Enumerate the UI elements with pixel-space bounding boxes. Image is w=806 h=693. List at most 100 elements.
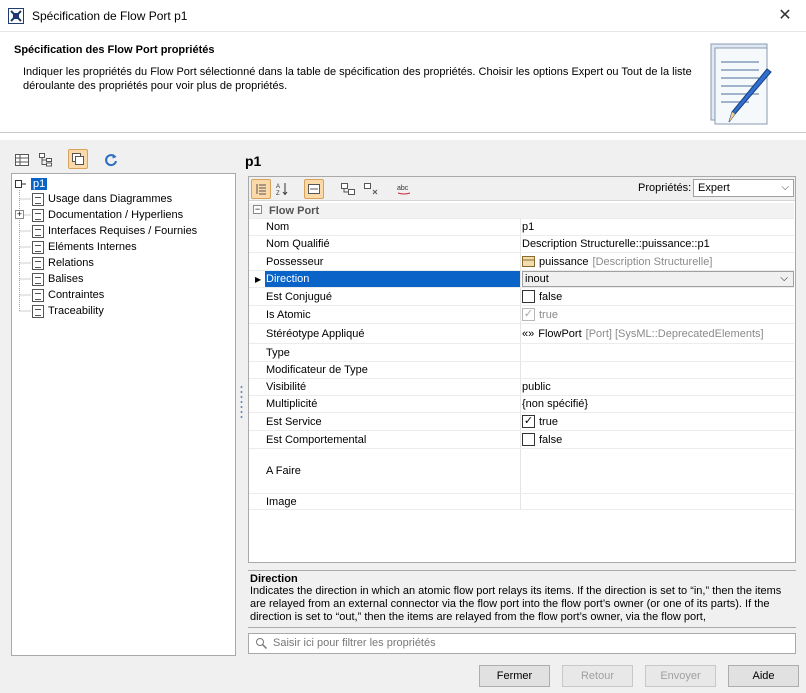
- checkbox-checked[interactable]: ✓: [522, 415, 535, 428]
- property-row[interactable]: Est Service ✓ true: [249, 413, 794, 431]
- tree-item-tags[interactable]: Balises: [32, 271, 83, 287]
- property-value[interactable]: Description Structurelle::puissance::p1: [522, 236, 794, 252]
- property-row[interactable]: Type: [249, 344, 794, 362]
- help-button[interactable]: Aide: [728, 665, 799, 687]
- property-value[interactable]: [522, 494, 794, 509]
- abc-icon[interactable]: abc: [394, 179, 414, 199]
- property-name: Direction: [265, 271, 521, 287]
- property-row-selected[interactable]: ▶ Direction inout ⌵: [249, 271, 794, 288]
- description-text: Indicates the direction in which an atom…: [250, 585, 782, 623]
- property-row[interactable]: Modificateur de Type: [249, 362, 794, 379]
- close-icon[interactable]: ✕: [774, 6, 796, 26]
- direction-dropdown[interactable]: inout ⌵: [522, 271, 794, 287]
- tree-item-label: Traceability: [48, 305, 104, 317]
- splitter-handle[interactable]: [240, 385, 243, 421]
- property-row[interactable]: Visibilité public: [249, 379, 794, 396]
- collapse-icon[interactable]: [361, 179, 381, 199]
- section-header[interactable]: − Flow Port: [249, 203, 794, 219]
- property-row[interactable]: Possesseur puissance [Description Struct…: [249, 253, 794, 271]
- tree-item-interfaces[interactable]: Interfaces Requises / Fournies: [32, 223, 197, 239]
- tree-item-traceability[interactable]: Traceability: [32, 303, 104, 319]
- expand-icon[interactable]: [338, 179, 358, 199]
- svg-text:Z: Z: [276, 191, 280, 196]
- document-icon: [32, 272, 44, 286]
- chevron-down-icon: ⌵: [781, 182, 789, 193]
- checkbox-value: false: [539, 290, 563, 303]
- copy-icon[interactable]: [68, 149, 88, 169]
- direction-value: inout: [525, 273, 549, 285]
- tree-item-label: Interfaces Requises / Fournies: [48, 225, 198, 237]
- filter-input[interactable]: Saisir ici pour filtrer les propriétés: [248, 633, 796, 654]
- back-button[interactable]: Retour: [562, 665, 633, 687]
- categorized-icon[interactable]: [251, 179, 271, 199]
- properties-label: Propriétés:: [638, 182, 692, 194]
- tree-view-icon[interactable]: [36, 150, 56, 170]
- tree-item-documentation[interactable]: Documentation / Hyperliens: [32, 207, 183, 223]
- document-icon: [32, 288, 44, 302]
- tree-root-label: p1: [31, 178, 48, 190]
- document-icon: [32, 208, 44, 222]
- table-view-icon[interactable]: [12, 150, 32, 170]
- description-title: Direction: [250, 573, 298, 585]
- properties-select[interactable]: Expert ⌵: [693, 179, 794, 197]
- property-value-checkbox[interactable]: ✓ true: [522, 413, 794, 430]
- title-bar: Spécification de Flow Port p1 ✕: [0, 0, 806, 32]
- document-icon: [32, 304, 44, 318]
- property-value[interactable]: p1: [522, 219, 794, 235]
- property-row[interactable]: Est Conjugué false: [249, 288, 794, 306]
- refresh-icon[interactable]: [101, 150, 121, 170]
- property-name: Modificateur de Type: [265, 362, 521, 378]
- property-row[interactable]: Nom Qualifié Description Structurelle::p…: [249, 236, 794, 253]
- property-name: Nom Qualifié: [265, 236, 521, 252]
- property-value[interactable]: [522, 362, 794, 378]
- property-row[interactable]: Image: [249, 494, 794, 510]
- app-icon: [8, 8, 24, 24]
- property-value-checkbox[interactable]: false: [522, 431, 794, 448]
- checkbox[interactable]: [522, 433, 535, 446]
- header-description: Indiquer les propriétés du Flow Port sél…: [23, 66, 692, 92]
- compact-icon[interactable]: [304, 179, 324, 199]
- property-value-stereotype[interactable]: «» FlowPort [Port] [SysML::DeprecatedEle…: [522, 324, 794, 343]
- tree-item-label: Usage dans Diagrammes: [48, 193, 173, 205]
- document-icon: [32, 224, 44, 238]
- property-value[interactable]: public: [522, 379, 794, 395]
- property-value[interactable]: [522, 449, 794, 493]
- flow-port-icon: [15, 180, 26, 188]
- checkbox[interactable]: [522, 290, 535, 303]
- header: Spécification des Flow Port propriétés I…: [0, 33, 806, 133]
- row-pointer-icon: ▶: [255, 275, 262, 284]
- property-row[interactable]: Multiplicité {non spécifié}: [249, 396, 794, 413]
- tree-item-internal-elements[interactable]: Eléments Internes: [32, 239, 137, 255]
- sort-az-icon[interactable]: AZ: [272, 179, 292, 199]
- tree-item-relations[interactable]: Relations: [32, 255, 94, 271]
- owner-path: [Description Structurelle]: [592, 255, 713, 268]
- panel-title: p1: [245, 153, 262, 169]
- stereotype-icon: «»: [522, 327, 535, 340]
- property-name: A Faire: [265, 449, 521, 493]
- header-title: Spécification des Flow Port propriétés: [14, 44, 215, 56]
- property-name: Multiplicité: [265, 396, 521, 412]
- window-title: Spécification de Flow Port p1: [32, 9, 188, 23]
- send-button[interactable]: Envoyer: [645, 665, 716, 687]
- checkbox-value: true: [539, 308, 558, 321]
- tree-item-constraints[interactable]: Contraintes: [32, 287, 104, 303]
- property-value[interactable]: {non spécifié}: [522, 396, 794, 412]
- property-name: Nom: [265, 219, 521, 235]
- property-row[interactable]: Est Comportemental false: [249, 431, 794, 449]
- property-row[interactable]: Is Atomic ✓ true: [249, 306, 794, 324]
- property-value[interactable]: [522, 344, 794, 361]
- property-row[interactable]: Nom p1: [249, 219, 794, 236]
- collapse-toggle-icon[interactable]: −: [253, 205, 262, 214]
- expand-toggle-icon[interactable]: +: [15, 210, 24, 219]
- property-name: Stéréotype Appliqué: [265, 324, 521, 343]
- tree-item-usage[interactable]: Usage dans Diagrammes: [32, 191, 172, 207]
- block-icon: [522, 256, 535, 267]
- owner-name: puissance: [539, 255, 589, 268]
- property-value-checkbox[interactable]: false: [522, 288, 794, 305]
- tree-item-label: Relations: [48, 257, 94, 269]
- property-value-owner[interactable]: puissance [Description Structurelle]: [522, 253, 794, 270]
- document-icon: [32, 192, 44, 206]
- close-button[interactable]: Fermer: [479, 665, 550, 687]
- property-row[interactable]: A Faire: [249, 449, 794, 494]
- property-row[interactable]: Stéréotype Appliqué «» FlowPort [Port] […: [249, 324, 794, 344]
